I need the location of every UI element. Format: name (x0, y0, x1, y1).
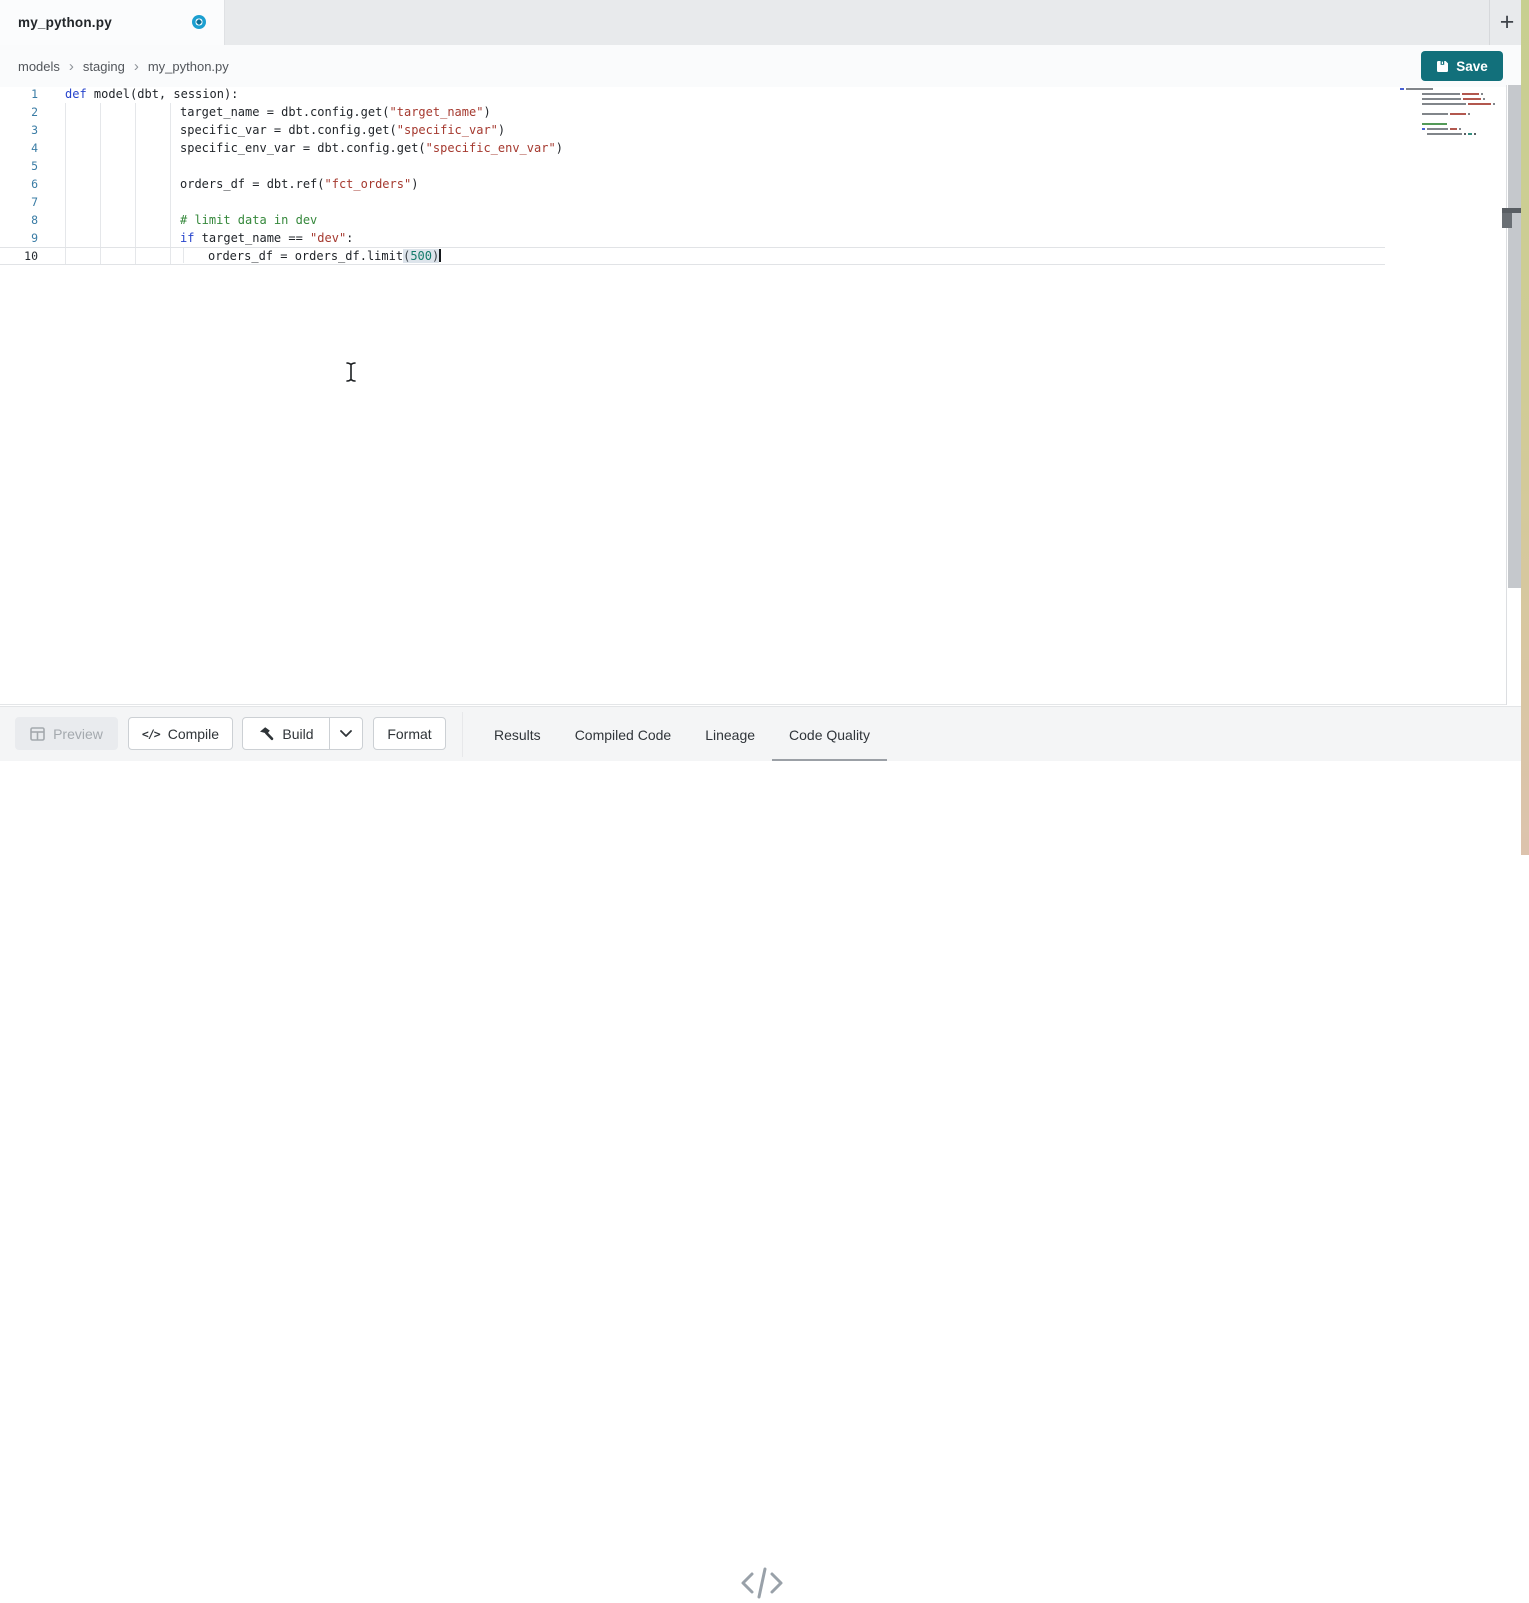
breadcrumb-bar: models › staging › my_python.py Save (0, 45, 1521, 87)
tabbar-divider (1489, 0, 1490, 45)
toolbar-separator (462, 712, 463, 757)
minimap[interactable] (1400, 88, 1500, 138)
code-line-10[interactable]: 10orders_df = orders_df.limit(500) (0, 247, 1385, 265)
minimap-line (1400, 113, 1500, 115)
scrollbar-cursor-marker (1502, 213, 1512, 228)
line-number: 6 (0, 175, 40, 193)
minimap-line (1400, 133, 1500, 135)
panel-tab-compiled-code[interactable]: Compiled Code (558, 707, 689, 762)
line-number: 9 (0, 229, 40, 247)
save-icon (1436, 60, 1449, 73)
format-button[interactable]: Format (373, 717, 446, 750)
preview-button-label: Preview (53, 726, 103, 742)
preview-button[interactable]: Preview (15, 717, 118, 750)
unsaved-changes-indicator (192, 15, 206, 29)
code-editor[interactable]: 1def model(dbt, session):2target_name = … (0, 87, 1521, 705)
breadcrumb-item[interactable]: staging (83, 59, 125, 74)
code-line-9[interactable]: 9if target_name == "dev": (0, 229, 1385, 247)
vertical-scrollbar[interactable] (1506, 85, 1521, 705)
scrollbar-thumb[interactable] (1508, 85, 1522, 588)
panel-tab-results[interactable]: Results (477, 707, 558, 762)
minimap-line (1400, 128, 1500, 130)
code-line-2[interactable]: 2target_name = dbt.config.get("target_na… (0, 103, 1385, 121)
text-caret (439, 249, 441, 262)
save-button[interactable]: Save (1421, 51, 1503, 81)
minimap-line (1400, 88, 1500, 90)
build-options-dropdown[interactable] (329, 718, 362, 749)
new-tab-button[interactable]: + (1491, 6, 1523, 38)
panel-tab-lineage[interactable]: Lineage (688, 707, 772, 762)
panel-tab-code-quality[interactable]: Code Quality (772, 707, 887, 762)
line-number: 2 (0, 103, 40, 121)
hammer-icon (258, 726, 274, 742)
minimap-line (1400, 98, 1500, 100)
line-number: 4 (0, 139, 40, 157)
compile-button[interactable]: </> Compile (128, 717, 233, 750)
compile-button-label: Compile (168, 726, 219, 742)
minimap-line (1400, 118, 1500, 120)
minimap-line (1400, 103, 1500, 105)
minimap-line (1400, 123, 1500, 125)
file-tab-bar: my_python.py + (0, 0, 1521, 45)
panel-tabs: ResultsCompiled CodeLineageCode Quality (477, 707, 887, 762)
minimap-line (1400, 93, 1500, 95)
action-toolbar: Preview </> Compile Build Format Results… (0, 706, 1521, 761)
code-line-8[interactable]: 8# limit data in dev (0, 211, 1385, 229)
breadcrumb: models › staging › my_python.py (18, 45, 229, 87)
build-button-label: Build (282, 726, 313, 742)
minimap-line (1400, 108, 1500, 110)
line-number: 10 (0, 248, 40, 264)
build-button[interactable]: Build (243, 718, 329, 749)
line-number: 7 (0, 193, 40, 211)
format-button-label: Format (387, 726, 431, 742)
desktop-background-edge (1521, 0, 1529, 855)
breadcrumb-separator: › (134, 58, 139, 74)
build-button-group: Build (242, 717, 363, 750)
line-number: 5 (0, 157, 40, 175)
breadcrumb-item[interactable]: my_python.py (148, 59, 229, 74)
code-line-3[interactable]: 3specific_var = dbt.config.get("specific… (0, 121, 1385, 139)
plus-icon: + (1500, 10, 1515, 35)
code-icon: </> (142, 727, 160, 741)
results-panel (0, 761, 1521, 855)
file-tab-my-python[interactable]: my_python.py (0, 0, 225, 45)
chevron-down-icon (340, 730, 352, 737)
line-number: 1 (0, 87, 40, 103)
table-icon (30, 727, 45, 741)
file-tab-label: my_python.py (18, 15, 112, 30)
breadcrumb-item[interactable]: models (18, 59, 60, 74)
save-button-label: Save (1456, 59, 1488, 74)
code-line-6[interactable]: 6orders_df = dbt.ref("fct_orders") (0, 175, 1385, 193)
code-line-7[interactable]: 7 (0, 193, 1385, 211)
code-empty-state-icon (738, 1563, 786, 1603)
code-line-5[interactable]: 5 (0, 157, 1385, 175)
line-number: 8 (0, 211, 40, 229)
breadcrumb-separator: › (69, 58, 74, 74)
code-lines: 1def model(dbt, session):2target_name = … (0, 87, 1385, 265)
line-number: 3 (0, 121, 40, 139)
code-line-4[interactable]: 4specific_env_var = dbt.config.get("spec… (0, 139, 1385, 157)
code-line-1[interactable]: 1def model(dbt, session): (0, 87, 1385, 103)
